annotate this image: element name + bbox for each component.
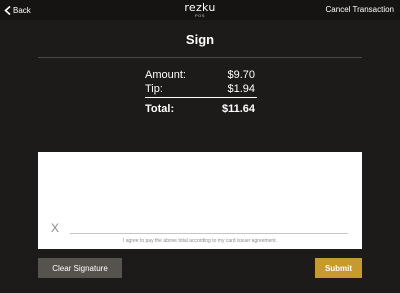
signature-pad[interactable]: X I agree to pay the above total accordi… <box>38 152 362 249</box>
app-logo: rezku POS <box>178 2 222 18</box>
logo-text: rezku <box>184 1 216 14</box>
tip-row: Tip: $1.94 <box>145 82 255 96</box>
divider <box>38 57 362 58</box>
chevron-left-icon <box>4 5 11 15</box>
top-bar: Back rezku POS Cancel Transaction <box>0 0 400 20</box>
page-title: Sign <box>185 32 215 47</box>
tip-value: $1.94 <box>227 83 255 95</box>
signature-line <box>70 233 348 234</box>
total-label: Total: <box>145 103 175 115</box>
cancel-transaction-button[interactable]: Cancel Transaction <box>326 5 394 14</box>
clear-signature-button[interactable]: Clear Signature <box>38 258 122 278</box>
totals-divider <box>145 97 257 98</box>
back-label: Back <box>13 5 31 15</box>
submit-button[interactable]: Submit <box>315 258 362 278</box>
total-value: $11.64 <box>221 103 255 115</box>
amount-label: Amount: <box>145 69 186 81</box>
agreement-text: I agree to pay the above total according… <box>123 238 277 244</box>
totals-summary: Amount: $9.70 Tip: $1.94 Total: $11.64 <box>145 68 257 116</box>
total-row: Total: $11.64 <box>145 102 255 116</box>
amount-row: Amount: $9.70 <box>145 68 255 82</box>
signature-x-mark: X <box>51 221 60 235</box>
back-button[interactable]: Back <box>4 4 31 16</box>
amount-value: $9.70 <box>227 69 255 81</box>
tip-label: Tip: <box>145 83 163 95</box>
